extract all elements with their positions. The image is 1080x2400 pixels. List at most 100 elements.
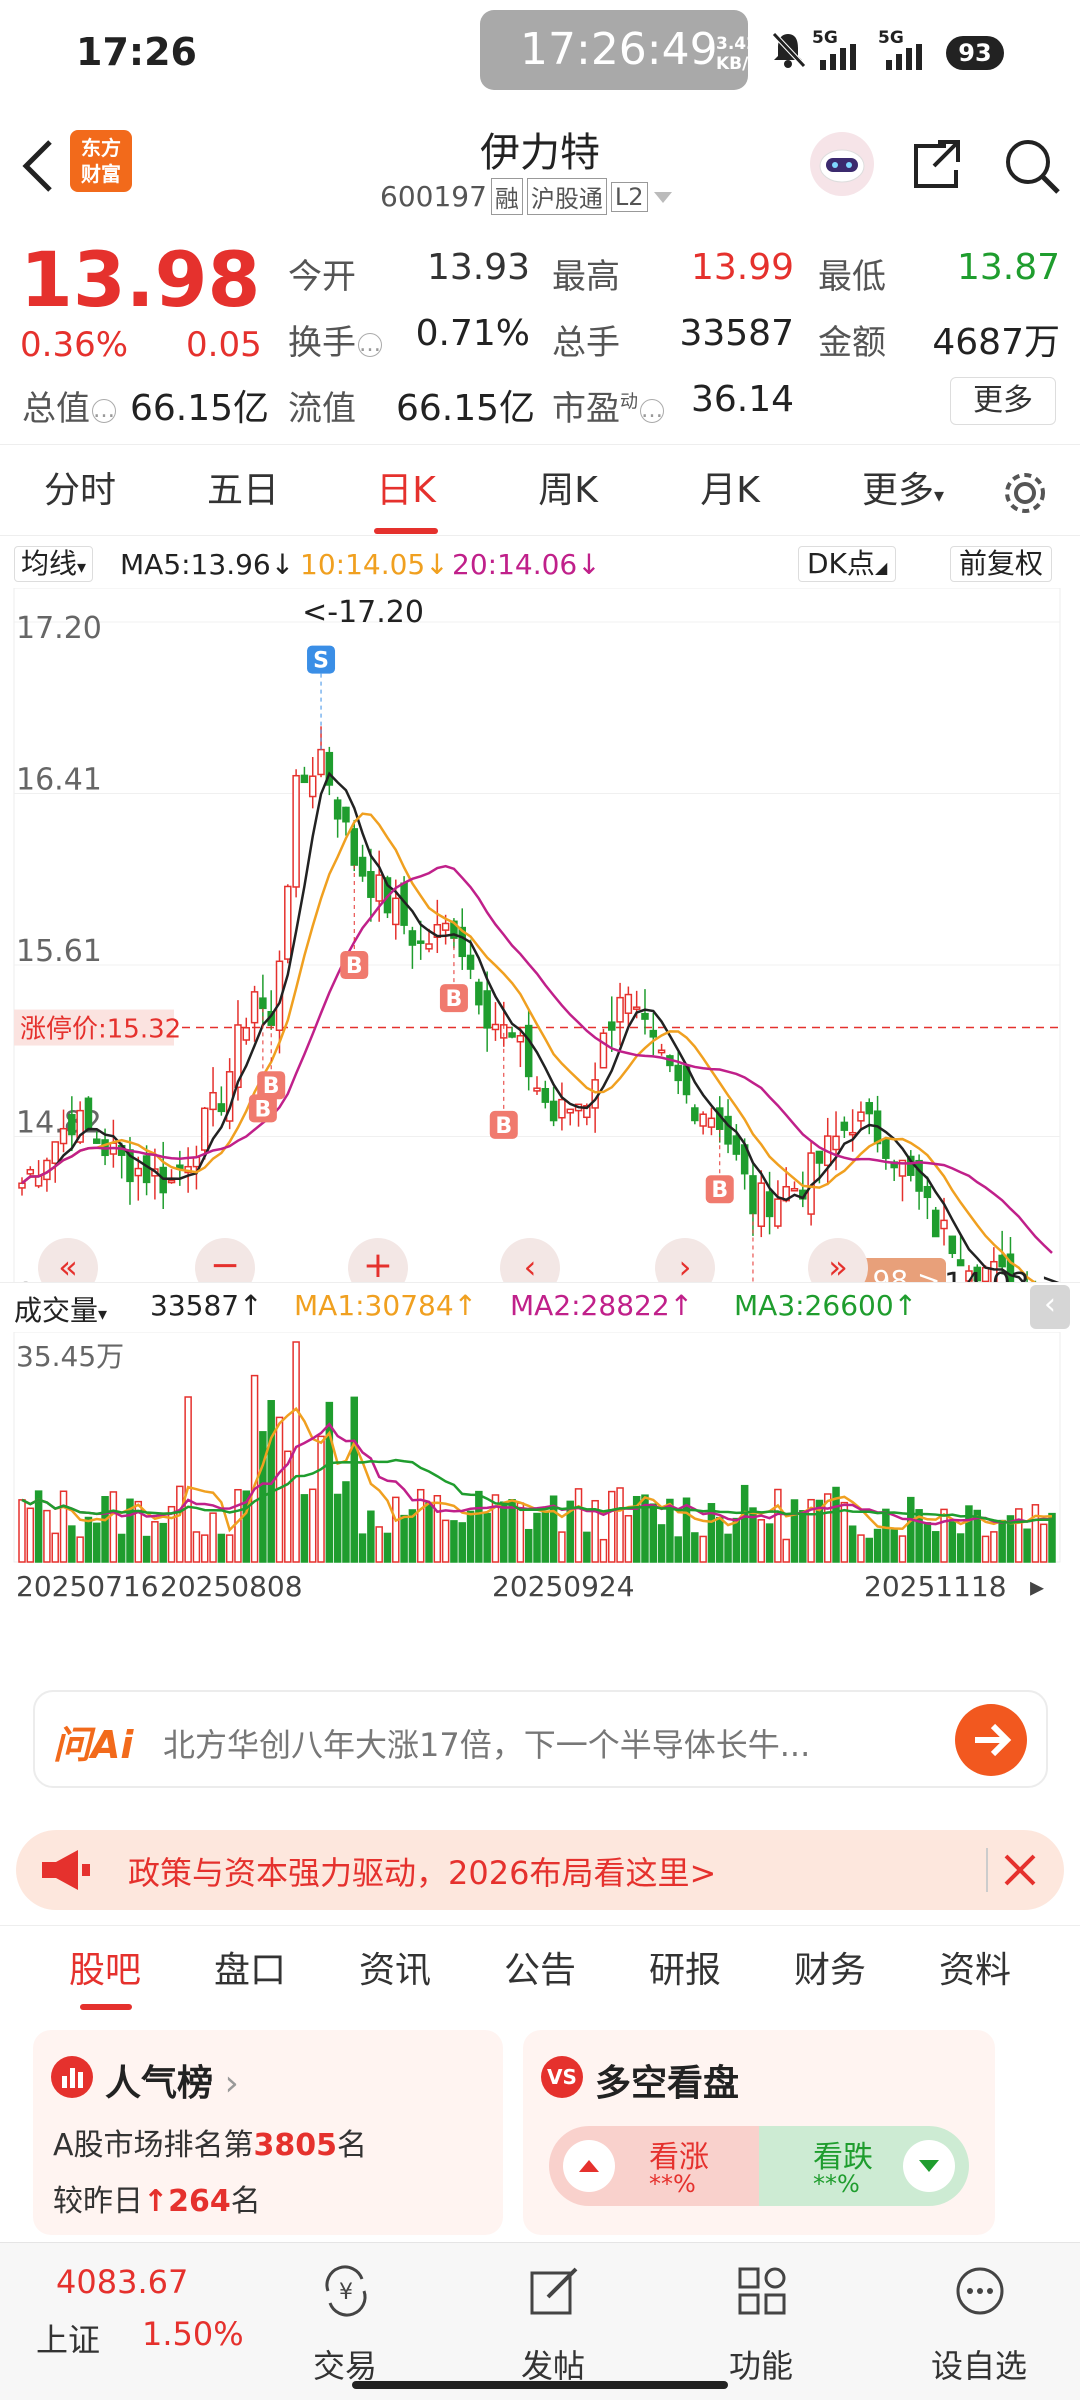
gear-icon[interactable] <box>1000 468 1050 518</box>
yen-refresh-icon: ¥ <box>325 2265 367 2317</box>
volume-chart[interactable]: 35.45万 20250716 20250808 20250924 20251118 ▸ <box>0 1332 1080 1602</box>
scroll-right-icon[interactable]: ▸ <box>1030 1570 1044 1602</box>
candle-body <box>284 885 292 960</box>
candle-body <box>832 1135 840 1151</box>
volume-bar <box>176 1485 184 1563</box>
volume-bar <box>1031 1504 1040 1563</box>
bull-button[interactable]: 看涨 **% <box>549 2126 759 2206</box>
candle-body <box>466 954 475 970</box>
signal-label: B <box>711 1178 728 1203</box>
candle-body <box>591 1079 599 1109</box>
nav-trade[interactable]: ¥ 交易 <box>270 2243 420 2400</box>
y-tick-label: 16.41 <box>16 763 102 798</box>
current-price: 13.98 <box>20 235 261 324</box>
share-icon[interactable] <box>910 136 966 192</box>
candle-body <box>333 799 342 820</box>
tab-weekly-k[interactable]: 周K <box>508 446 628 536</box>
candle-body <box>641 1012 649 1020</box>
volume-max-label: 35.45万 <box>16 1340 124 1373</box>
more-quote-button[interactable]: 更多 <box>950 377 1056 425</box>
robot-icon[interactable] <box>808 130 876 198</box>
bear-button[interactable]: 看跌 **% <box>759 2126 969 2206</box>
more-dots-icon <box>956 2267 1004 2315</box>
index-percent[interactable]: 1.50% <box>142 2315 244 2353</box>
tab-intraday[interactable]: 分时 <box>20 446 140 536</box>
ai-search-bar[interactable]: 问Ai 北方华创八年大涨17倍，下一个半导体长牛... <box>33 1690 1048 1788</box>
tab-five-day[interactable]: 五日 <box>183 446 303 536</box>
candle-body <box>342 806 350 823</box>
candle-body <box>657 1049 666 1054</box>
volume-select[interactable]: 成交量▾ <box>14 1289 107 1329</box>
info-icon[interactable]: … <box>92 398 116 423</box>
info-icon[interactable]: … <box>640 398 664 423</box>
tab-announcements[interactable]: 公告 <box>485 1926 595 2016</box>
candle-body <box>599 1032 608 1069</box>
volume-select-label: 成交量 <box>14 1294 99 1327</box>
ma20-label: 20:14.06↓ <box>452 548 601 581</box>
tab-financials[interactable]: 财务 <box>775 1926 885 2016</box>
turnover-label-text: 换手 <box>288 323 356 363</box>
rank-prefix: A股市场排名第 <box>53 2128 254 2163</box>
nav-add-watchlist-label: 设自选 <box>930 2347 1027 2385</box>
bull-bear-title: 多空看盘 <box>595 2063 740 2104</box>
change-percent: 0.36% <box>20 325 129 365</box>
volume-bar <box>26 1507 35 1563</box>
candle-body <box>549 1100 558 1122</box>
index-name[interactable]: 上证 <box>36 2315 100 2361</box>
index-value[interactable]: 4083.67 <box>56 2263 188 2301</box>
candle-body <box>491 1023 500 1031</box>
ma-select[interactable]: 均线▾ <box>14 546 94 582</box>
content-tab-indicator <box>80 2004 132 2010</box>
candlestick-chart[interactable]: 17.2016.4115.6114.8214.02涨停价:15.32<-17.2… <box>0 588 1080 1318</box>
volume-bar <box>43 1509 51 1563</box>
vol-ma1: MA1:30784↑ <box>294 1289 478 1322</box>
arrow-right-icon[interactable] <box>955 1704 1027 1776</box>
candle-body <box>524 1024 533 1078</box>
dk-point-button[interactable]: DK点◢ <box>798 546 897 582</box>
period-tabs: 分时 五日 日K 周K 月K 更多▾ <box>0 446 1080 536</box>
volume-bar <box>1023 1528 1031 1563</box>
volume-bar <box>84 1516 93 1563</box>
bull-percent: **% <box>649 2170 696 2198</box>
bull-bear-card[interactable]: VS 多空看盘 看涨 **% 看跌 **% <box>523 2030 995 2235</box>
ma-select-label: 均线 <box>21 547 78 580</box>
volume-bar <box>990 1531 998 1563</box>
nav-functions[interactable]: 功能 <box>686 2243 836 2400</box>
price-adjust-button[interactable]: 前复权 <box>950 546 1053 582</box>
volume-bar <box>142 1535 151 1563</box>
volume-bar <box>1039 1523 1048 1563</box>
tab-profile[interactable]: 资料 <box>920 1926 1030 2016</box>
nav-add-watchlist[interactable]: 设自选 <box>904 2243 1054 2400</box>
candle-body <box>558 1098 566 1119</box>
vs-icon: VS <box>541 2056 583 2098</box>
candle-body <box>308 775 317 798</box>
search-icon[interactable] <box>1002 136 1062 196</box>
volume-bar <box>68 1525 76 1563</box>
volume-bar <box>649 1503 658 1563</box>
tab-daily-k[interactable]: 日K <box>346 446 466 536</box>
volume-bar <box>109 1491 118 1563</box>
tab-orderbook[interactable]: 盘口 <box>195 1926 305 2016</box>
candle-body <box>358 856 367 877</box>
tab-forum[interactable]: 股吧 <box>50 1926 160 2016</box>
chevron-down-icon[interactable] <box>652 189 674 205</box>
volume-bar <box>616 1487 624 1563</box>
vol-ma3-value: MA3:26600 <box>734 1289 894 1322</box>
close-icon[interactable] <box>1002 1852 1038 1888</box>
volume-bar <box>931 1531 940 1563</box>
tab-monthly-k[interactable]: 月K <box>670 446 790 536</box>
popularity-card[interactable]: 人气榜 › A股市场排名第3805名 较昨日↑264名 <box>33 2030 503 2235</box>
volume-bar <box>981 1535 990 1563</box>
nav-post[interactable]: 发帖 <box>478 2243 628 2400</box>
net-speed-unit: KB/s <box>716 54 759 74</box>
tab-more[interactable]: 更多▾ <box>838 446 968 536</box>
promo-banner[interactable]: 政策与资本强力驱动，2026布局看这里> <box>16 1830 1064 1910</box>
tab-research[interactable]: 研报 <box>630 1926 740 2016</box>
candle-body <box>790 1188 799 1192</box>
info-icon[interactable]: … <box>358 332 382 357</box>
tab-news[interactable]: 资讯 <box>340 1926 450 2016</box>
volume-bar <box>250 1374 259 1563</box>
mute-bell-icon <box>772 32 806 68</box>
candle-body <box>441 922 450 931</box>
collapse-panel-icon[interactable]: ‹ <box>1030 1285 1070 1329</box>
